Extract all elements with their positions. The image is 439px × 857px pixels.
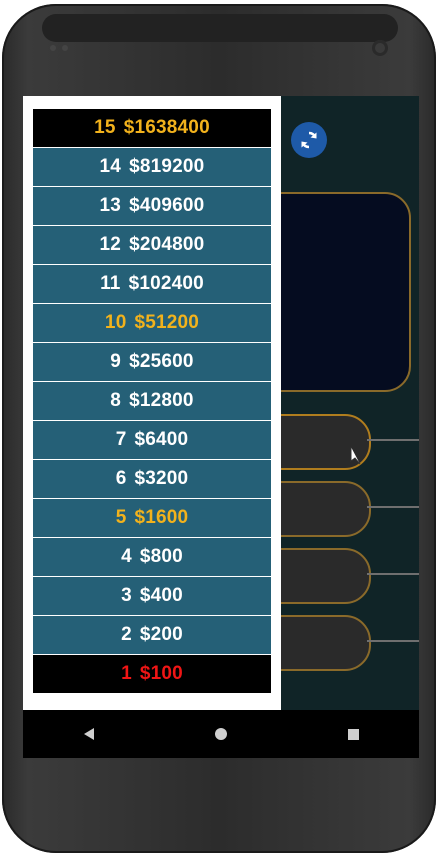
sensor-dot	[62, 45, 68, 51]
prize-level-2: 2 $200	[33, 616, 271, 654]
phone-speaker-strip	[42, 14, 398, 42]
prize-level-14: 14 $819200	[33, 148, 271, 186]
prize-amount: $3200	[134, 468, 189, 489]
prize-level-13: 13 $409600	[33, 187, 271, 225]
back-icon[interactable]	[83, 728, 94, 740]
prize-level-number: 12	[99, 234, 122, 255]
prize-level-12: 12 $204800	[33, 226, 271, 264]
prize-level-number: 11	[100, 273, 121, 294]
prize-level-number: 7	[115, 429, 127, 450]
prize-amount: $102400	[128, 273, 204, 294]
prize-level-number: 15	[94, 117, 116, 138]
prize-amount: $100	[139, 663, 183, 684]
prize-level-11: 11 $102400	[33, 265, 271, 303]
sensor-dot	[50, 45, 56, 51]
refresh-icon	[301, 131, 317, 149]
prize-level-number: 1	[121, 663, 132, 684]
prize-level-number: 2	[121, 624, 132, 645]
prize-amount: $200	[139, 624, 183, 645]
prize-amount: $12800	[129, 390, 194, 411]
prize-level-number: 8	[110, 390, 122, 411]
prize-level-6: 6 $3200	[33, 460, 271, 498]
prize-level-7: 7 $6400	[33, 421, 271, 459]
cursor-icon	[350, 447, 361, 465]
android-nav-bar	[23, 710, 419, 758]
prize-level-number: 13	[99, 195, 122, 216]
prize-level-3: 3 $400	[33, 577, 271, 615]
front-camera	[372, 40, 388, 56]
prize-amount: $800	[139, 546, 183, 567]
prize-level-1: 1 $100	[33, 655, 271, 693]
prize-amount: $400	[139, 585, 183, 606]
prize-level-number: 3	[121, 585, 132, 606]
prize-level-number: 9	[110, 351, 122, 372]
answer-connector	[367, 573, 419, 575]
prize-level-10: 10 $51200	[33, 304, 271, 342]
prize-amount: $1638400	[123, 117, 210, 138]
answer-connector	[367, 439, 419, 441]
answer-connector	[367, 640, 419, 642]
prize-level-number: 5	[115, 507, 127, 528]
prize-level-8: 8 $12800	[33, 382, 271, 420]
prize-level-5: 5 $1600	[33, 499, 271, 537]
prize-amount: $204800	[129, 234, 205, 255]
app-screen: 15 $1638400 14 $819200 13 $409600 12 $204800 11 $…	[23, 96, 419, 758]
prize-level-number: 14	[99, 156, 122, 177]
recent-apps-icon[interactable]	[347, 728, 359, 740]
prize-level-9: 9 $25600	[33, 343, 271, 381]
prize-level-number: 4	[121, 546, 132, 567]
prize-level-number: 6	[115, 468, 127, 489]
prize-level-15: 15 $1638400	[33, 109, 271, 147]
prize-ladder-drawer: 15 $1638400 14 $819200 13 $409600 12 $204800 11 $…	[23, 96, 281, 710]
refresh-button[interactable]	[291, 122, 327, 158]
prize-amount: $819200	[129, 156, 205, 177]
prize-ladder: 15 $1638400 14 $819200 13 $409600 12 $204800 11 $…	[33, 109, 271, 694]
prize-amount: $51200	[134, 312, 200, 333]
prize-amount: $1600	[134, 507, 189, 528]
prize-level-number: 10	[104, 312, 127, 333]
prize-amount: $409600	[129, 195, 205, 216]
prize-amount: $25600	[129, 351, 194, 372]
answer-connector	[367, 506, 419, 508]
prize-level-4: 4 $800	[33, 538, 271, 576]
prize-amount: $6400	[134, 429, 189, 450]
home-icon[interactable]	[214, 728, 227, 740]
